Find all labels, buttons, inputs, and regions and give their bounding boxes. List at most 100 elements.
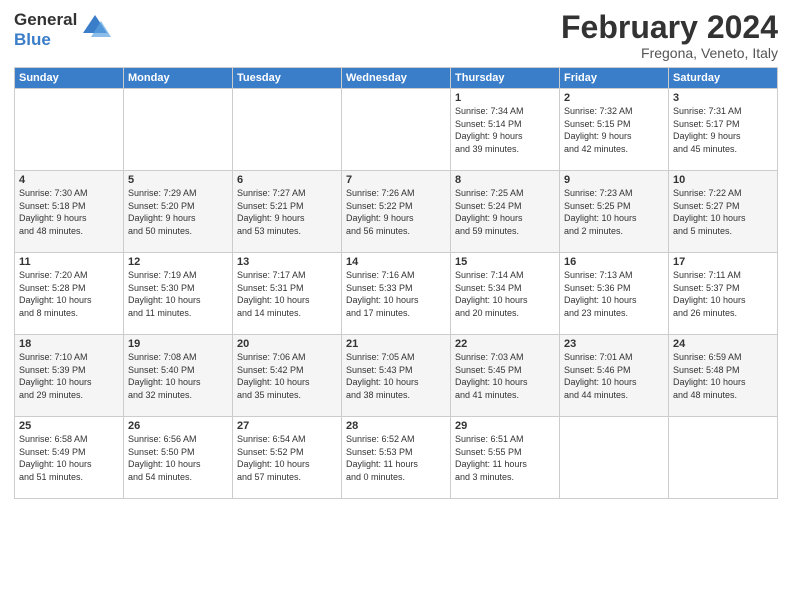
day-info: Sunrise: 6:52 AM Sunset: 5:53 PM Dayligh… [346,433,446,483]
calendar-cell: 23Sunrise: 7:01 AM Sunset: 5:46 PM Dayli… [560,335,669,417]
calendar-cell: 2Sunrise: 7:32 AM Sunset: 5:15 PM Daylig… [560,89,669,171]
day-number: 23 [564,338,664,350]
day-number: 1 [455,92,555,104]
calendar-cell [342,89,451,171]
day-number: 7 [346,174,446,186]
header-row: Sunday Monday Tuesday Wednesday Thursday… [15,68,778,89]
day-number: 19 [128,338,228,350]
col-wednesday: Wednesday [342,68,451,89]
calendar-cell: 18Sunrise: 7:10 AM Sunset: 5:39 PM Dayli… [15,335,124,417]
day-info: Sunrise: 7:29 AM Sunset: 5:20 PM Dayligh… [128,187,228,237]
calendar-cell: 16Sunrise: 7:13 AM Sunset: 5:36 PM Dayli… [560,253,669,335]
day-info: Sunrise: 7:31 AM Sunset: 5:17 PM Dayligh… [673,105,773,155]
day-info: Sunrise: 6:59 AM Sunset: 5:48 PM Dayligh… [673,351,773,401]
day-number: 15 [455,256,555,268]
calendar-cell: 6Sunrise: 7:27 AM Sunset: 5:21 PM Daylig… [233,171,342,253]
calendar-cell: 25Sunrise: 6:58 AM Sunset: 5:49 PM Dayli… [15,417,124,499]
calendar-cell: 1Sunrise: 7:34 AM Sunset: 5:14 PM Daylig… [451,89,560,171]
day-info: Sunrise: 7:19 AM Sunset: 5:30 PM Dayligh… [128,269,228,319]
day-number: 12 [128,256,228,268]
calendar-week-1: 1Sunrise: 7:34 AM Sunset: 5:14 PM Daylig… [15,89,778,171]
day-info: Sunrise: 7:20 AM Sunset: 5:28 PM Dayligh… [19,269,119,319]
day-number: 18 [19,338,119,350]
day-number: 22 [455,338,555,350]
logo-content: General Blue [14,10,111,49]
day-info: Sunrise: 7:01 AM Sunset: 5:46 PM Dayligh… [564,351,664,401]
day-info: Sunrise: 6:54 AM Sunset: 5:52 PM Dayligh… [237,433,337,483]
day-info: Sunrise: 7:13 AM Sunset: 5:36 PM Dayligh… [564,269,664,319]
calendar-cell: 3Sunrise: 7:31 AM Sunset: 5:17 PM Daylig… [669,89,778,171]
calendar-cell: 4Sunrise: 7:30 AM Sunset: 5:18 PM Daylig… [15,171,124,253]
calendar-cell [15,89,124,171]
calendar-cell: 9Sunrise: 7:23 AM Sunset: 5:25 PM Daylig… [560,171,669,253]
day-info: Sunrise: 6:56 AM Sunset: 5:50 PM Dayligh… [128,433,228,483]
day-info: Sunrise: 7:05 AM Sunset: 5:43 PM Dayligh… [346,351,446,401]
calendar-cell: 15Sunrise: 7:14 AM Sunset: 5:34 PM Dayli… [451,253,560,335]
day-number: 5 [128,174,228,186]
calendar-cell: 21Sunrise: 7:05 AM Sunset: 5:43 PM Dayli… [342,335,451,417]
calendar-cell [560,417,669,499]
calendar-cell: 12Sunrise: 7:19 AM Sunset: 5:30 PM Dayli… [124,253,233,335]
day-info: Sunrise: 7:06 AM Sunset: 5:42 PM Dayligh… [237,351,337,401]
day-info: Sunrise: 6:58 AM Sunset: 5:49 PM Dayligh… [19,433,119,483]
day-number: 29 [455,420,555,432]
day-number: 27 [237,420,337,432]
day-info: Sunrise: 7:34 AM Sunset: 5:14 PM Dayligh… [455,105,555,155]
calendar-cell: 10Sunrise: 7:22 AM Sunset: 5:27 PM Dayli… [669,171,778,253]
day-number: 8 [455,174,555,186]
day-number: 3 [673,92,773,104]
day-number: 25 [19,420,119,432]
day-info: Sunrise: 7:10 AM Sunset: 5:39 PM Dayligh… [19,351,119,401]
logo-text-block: General Blue [14,10,77,49]
day-number: 26 [128,420,228,432]
calendar-cell: 19Sunrise: 7:08 AM Sunset: 5:40 PM Dayli… [124,335,233,417]
day-info: Sunrise: 7:27 AM Sunset: 5:21 PM Dayligh… [237,187,337,237]
day-number: 13 [237,256,337,268]
day-info: Sunrise: 7:14 AM Sunset: 5:34 PM Dayligh… [455,269,555,319]
day-number: 10 [673,174,773,186]
day-info: Sunrise: 7:03 AM Sunset: 5:45 PM Dayligh… [455,351,555,401]
page-container: General Blue February 2024 Fregona, Vene… [0,0,792,507]
calendar-cell: 17Sunrise: 7:11 AM Sunset: 5:37 PM Dayli… [669,253,778,335]
calendar-cell: 5Sunrise: 7:29 AM Sunset: 5:20 PM Daylig… [124,171,233,253]
day-info: Sunrise: 7:22 AM Sunset: 5:27 PM Dayligh… [673,187,773,237]
calendar-cell: 8Sunrise: 7:25 AM Sunset: 5:24 PM Daylig… [451,171,560,253]
calendar-cell [669,417,778,499]
calendar-cell: 29Sunrise: 6:51 AM Sunset: 5:55 PM Dayli… [451,417,560,499]
calendar-cell: 27Sunrise: 6:54 AM Sunset: 5:52 PM Dayli… [233,417,342,499]
day-info: Sunrise: 7:30 AM Sunset: 5:18 PM Dayligh… [19,187,119,237]
logo-word1: General [14,10,77,29]
logo: General Blue [14,10,111,49]
col-monday: Monday [124,68,233,89]
calendar-cell: 24Sunrise: 6:59 AM Sunset: 5:48 PM Dayli… [669,335,778,417]
day-info: Sunrise: 7:08 AM Sunset: 5:40 PM Dayligh… [128,351,228,401]
day-info: Sunrise: 7:11 AM Sunset: 5:37 PM Dayligh… [673,269,773,319]
day-info: Sunrise: 7:23 AM Sunset: 5:25 PM Dayligh… [564,187,664,237]
calendar-cell [124,89,233,171]
day-number: 6 [237,174,337,186]
calendar-week-4: 18Sunrise: 7:10 AM Sunset: 5:39 PM Dayli… [15,335,778,417]
day-number: 9 [564,174,664,186]
calendar-week-2: 4Sunrise: 7:30 AM Sunset: 5:18 PM Daylig… [15,171,778,253]
col-friday: Friday [560,68,669,89]
calendar-cell: 20Sunrise: 7:06 AM Sunset: 5:42 PM Dayli… [233,335,342,417]
day-number: 16 [564,256,664,268]
calendar-cell: 22Sunrise: 7:03 AM Sunset: 5:45 PM Dayli… [451,335,560,417]
logo-word2: Blue [14,30,77,50]
calendar-cell: 11Sunrise: 7:20 AM Sunset: 5:28 PM Dayli… [15,253,124,335]
calendar-week-5: 25Sunrise: 6:58 AM Sunset: 5:49 PM Dayli… [15,417,778,499]
day-number: 24 [673,338,773,350]
col-tuesday: Tuesday [233,68,342,89]
col-thursday: Thursday [451,68,560,89]
title-block: February 2024 Fregona, Veneto, Italy [561,10,778,61]
logo-icon [79,11,111,48]
day-info: Sunrise: 7:17 AM Sunset: 5:31 PM Dayligh… [237,269,337,319]
day-number: 20 [237,338,337,350]
calendar-week-3: 11Sunrise: 7:20 AM Sunset: 5:28 PM Dayli… [15,253,778,335]
day-info: Sunrise: 7:26 AM Sunset: 5:22 PM Dayligh… [346,187,446,237]
calendar-cell [233,89,342,171]
calendar-cell: 28Sunrise: 6:52 AM Sunset: 5:53 PM Dayli… [342,417,451,499]
day-number: 17 [673,256,773,268]
day-number: 28 [346,420,446,432]
day-number: 4 [19,174,119,186]
